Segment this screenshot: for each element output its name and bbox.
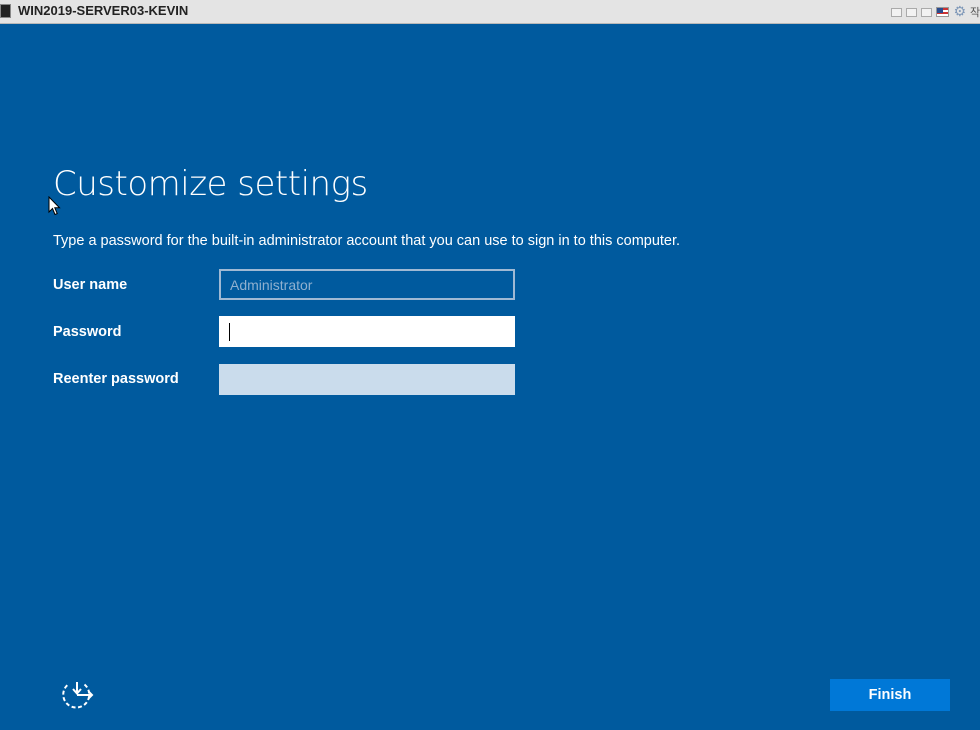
restore-icon[interactable] <box>906 7 918 17</box>
page-description: Type a password for the built-in adminis… <box>53 233 681 249</box>
vm-title-bar: WIN2019-SERVER03-KEVIN ⚙ 작업 <box>0 0 980 24</box>
username-label: User name <box>53 277 128 293</box>
password-field[interactable] <box>219 316 515 347</box>
language-indicator[interactable]: 작업 <box>970 4 980 20</box>
username-field <box>219 269 515 300</box>
vm-window-icon <box>0 4 11 18</box>
minimize-icon[interactable] <box>891 7 903 17</box>
password-label: Password <box>53 324 122 340</box>
mouse-pointer-icon <box>48 196 61 216</box>
page-title: Customize settings <box>53 164 368 204</box>
settings-gear-icon[interactable]: ⚙ <box>953 4 966 20</box>
language-flag-icon[interactable] <box>936 7 950 17</box>
vm-window-title: WIN2019-SERVER03-KEVIN <box>18 3 189 18</box>
reenter-password-field[interactable] <box>219 364 515 395</box>
maximize-icon[interactable] <box>921 7 933 17</box>
finish-button[interactable]: Finish <box>830 679 950 711</box>
text-caret <box>229 323 230 341</box>
ease-of-access-icon[interactable] <box>60 678 96 712</box>
reenter-password-label: Reenter password <box>53 371 179 387</box>
vm-toolbar-controls: ⚙ 작업 <box>891 4 980 20</box>
